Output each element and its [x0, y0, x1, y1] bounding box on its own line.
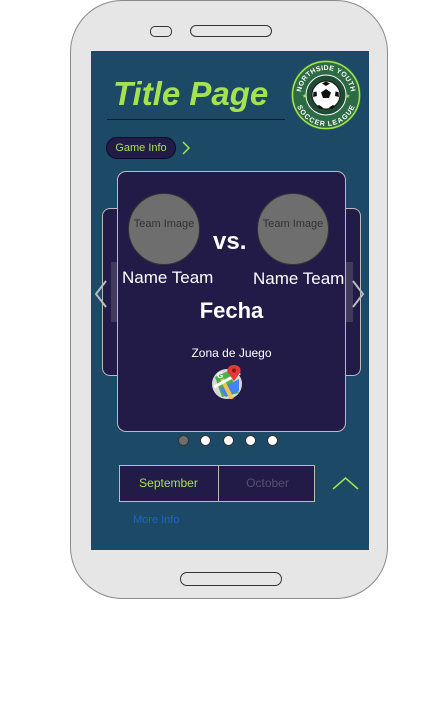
app-screen: Title Page NORTHSIDE YOUTH SOCCER LEAGUE — [91, 51, 369, 550]
chevron-up-icon[interactable] — [332, 476, 359, 490]
match-venue: Zona de Juego — [191, 346, 272, 360]
versus-label: vs. — [213, 228, 247, 255]
title-underline — [107, 119, 285, 120]
pagination-dot[interactable] — [200, 435, 212, 446]
svg-text:★: ★ — [302, 93, 307, 100]
home-team-image-label: Team Image — [133, 218, 195, 230]
month-tab-selected[interactable]: September — [120, 466, 217, 501]
away-team-image-label: Team Image — [262, 218, 324, 230]
match-card[interactable]: Team Image vs. Team Image Name Team Name… — [117, 171, 346, 432]
home-button[interactable] — [180, 572, 282, 586]
chevron-right-icon[interactable] — [181, 141, 191, 155]
game-info-chip[interactable]: Game Info — [106, 137, 176, 159]
more-info-link[interactable]: More Info — [133, 514, 179, 526]
pagination-dot[interactable] — [267, 435, 279, 446]
svg-text:G: G — [217, 371, 223, 380]
away-team-name: Name Team — [253, 269, 345, 288]
chevron-right-icon[interactable] — [351, 279, 365, 309]
camera — [150, 26, 172, 37]
pagination-dot[interactable] — [222, 435, 234, 446]
month-selector: September October — [119, 465, 315, 502]
home-team-name: Name Team — [122, 268, 214, 287]
match-date: Fecha — [199, 298, 264, 323]
google-maps-icon[interactable]: G — [210, 365, 244, 399]
pagination-dot[interactable] — [244, 435, 256, 446]
speaker — [190, 25, 272, 37]
home-team-image: Team Image — [128, 193, 200, 265]
away-team-image: Team Image — [257, 193, 329, 265]
month-tab-other[interactable]: October — [218, 466, 316, 501]
page-title: Title Page — [113, 75, 269, 112]
pagination-dot[interactable] — [178, 435, 189, 446]
league-logo: NORTHSIDE YOUTH SOCCER LEAGUE ★ ★ — [291, 60, 361, 130]
svg-text:★: ★ — [345, 93, 350, 100]
phone-frame: Title Page NORTHSIDE YOUTH SOCCER LEAGUE — [70, 0, 388, 599]
chevron-left-icon[interactable] — [94, 279, 108, 309]
